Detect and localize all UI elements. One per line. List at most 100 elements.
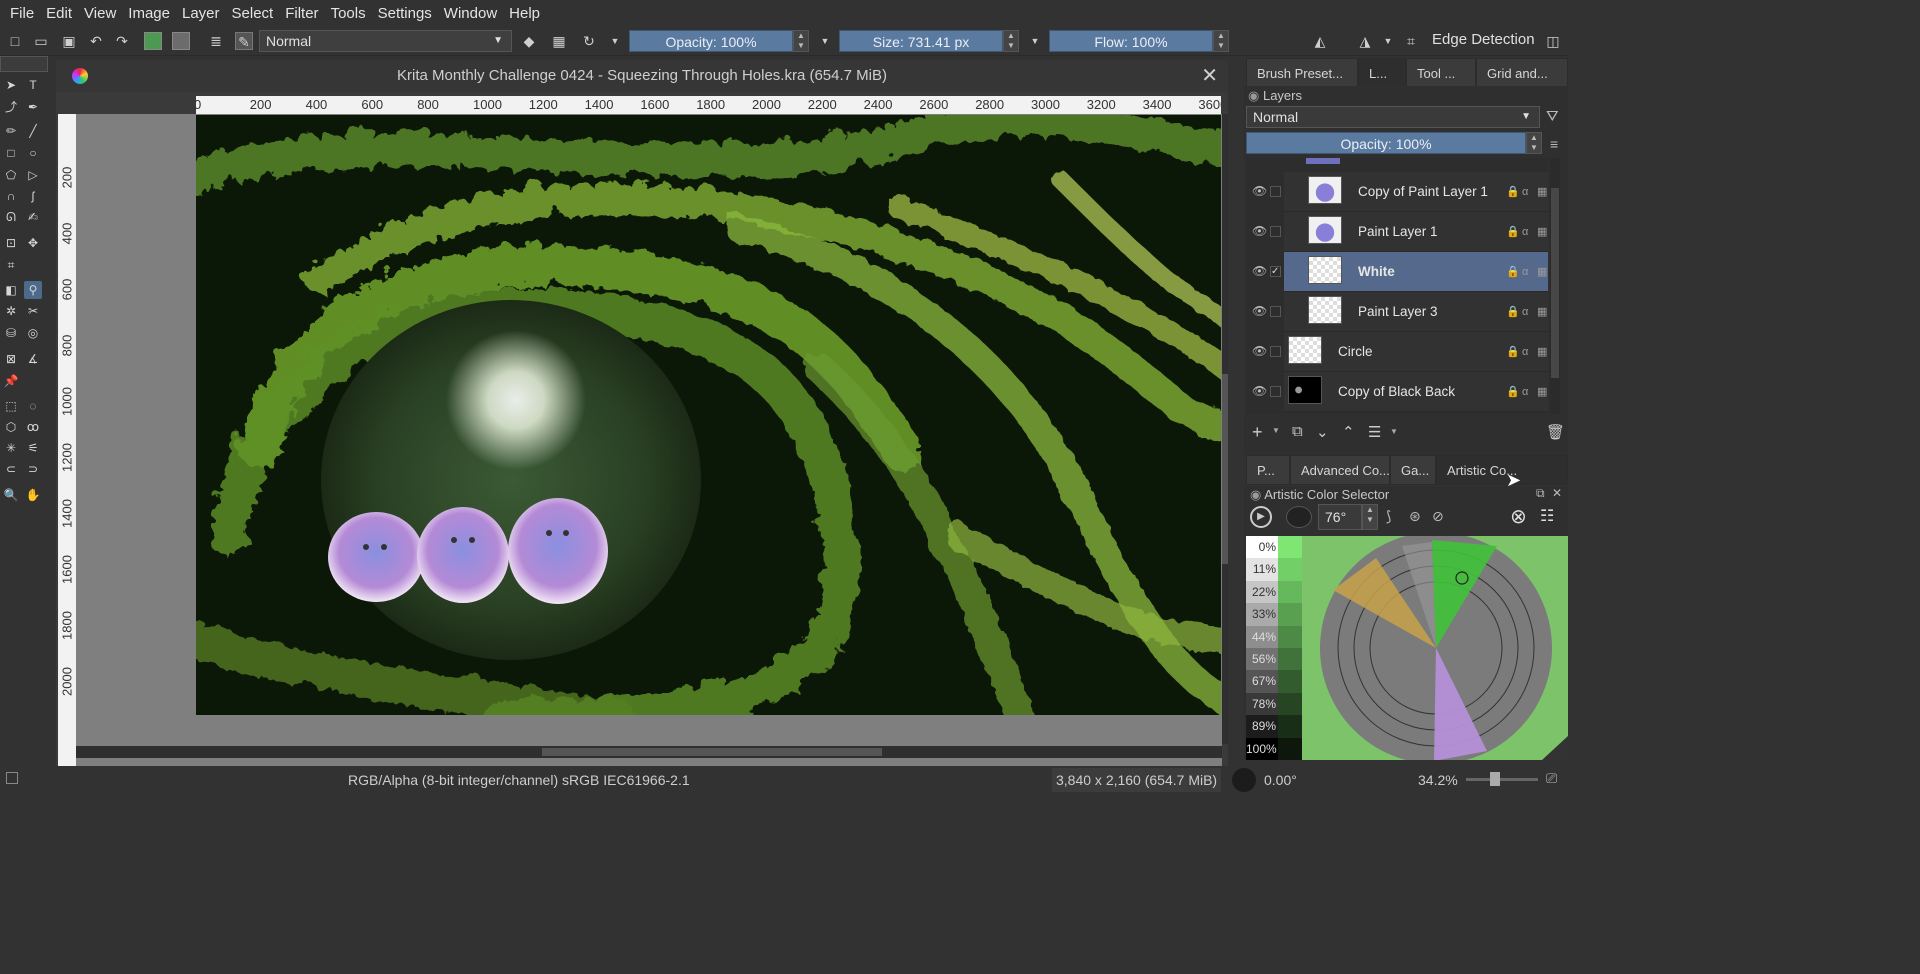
- inherit-alpha-icon[interactable]: ▦: [1537, 372, 1547, 412]
- chevron-down-icon[interactable]: ▼: [1390, 427, 1398, 436]
- layer-opacity-spin[interactable]: ▲ ▼: [1526, 132, 1542, 154]
- bezier-tool-icon[interactable]: ∩: [2, 187, 20, 205]
- menu-help[interactable]: Help: [503, 5, 546, 22]
- alpha-lock-icon[interactable]: α: [1522, 252, 1528, 292]
- edge-detection-label[interactable]: Edge Detection: [1432, 31, 1535, 48]
- layer-item[interactable]: Paint Layer 1 🔒 α ▦: [1284, 212, 1548, 252]
- mask-edit-icon[interactable]: ⊘: [1432, 508, 1444, 525]
- value-step[interactable]: 78%: [1246, 692, 1278, 716]
- value-step[interactable]: 22%: [1246, 580, 1278, 604]
- alpha-lock-icon[interactable]: α: [1522, 292, 1528, 332]
- menu-image[interactable]: Image: [122, 5, 176, 22]
- value-swatch[interactable]: [1278, 558, 1302, 581]
- mirror-vertical-icon[interactable]: ◮: [1356, 32, 1374, 50]
- inherit-alpha-icon[interactable]: ▦: [1537, 212, 1547, 252]
- magnetic-select-icon[interactable]: ⊃: [24, 460, 42, 478]
- zoom-slider[interactable]: [1466, 778, 1538, 781]
- text-tool-icon[interactable]: T: [24, 76, 42, 94]
- value-swatch[interactable]: [1278, 536, 1302, 559]
- size-slider[interactable]: Size: 731.41 px: [839, 30, 1003, 52]
- tab-palette[interactable]: P...: [1246, 455, 1290, 485]
- alpha-lock-icon[interactable]: α: [1522, 172, 1528, 212]
- layer-checkbox[interactable]: ✓: [1270, 266, 1281, 277]
- visibility-eye-icon[interactable]: 👁: [1252, 224, 1267, 238]
- layer-blend-mode-select[interactable]: Normal ▼: [1246, 106, 1540, 128]
- menu-view[interactable]: View: [78, 5, 122, 22]
- close-icon[interactable]: ✕: [1201, 60, 1218, 92]
- menu-settings[interactable]: Settings: [372, 5, 438, 22]
- horizontal-scrollbar[interactable]: [76, 746, 1222, 758]
- workspace-icon[interactable]: ◫: [1544, 32, 1562, 50]
- menu-layer[interactable]: Layer: [176, 5, 226, 22]
- edit-shapes-icon[interactable]: ⤴: [2, 98, 20, 116]
- value-step[interactable]: 0%: [1246, 536, 1278, 559]
- rotation-dial[interactable]: [1232, 768, 1256, 792]
- zoom-value[interactable]: 34.2%: [1418, 772, 1458, 788]
- eraser-icon[interactable]: ◆: [520, 32, 538, 50]
- menu-tools[interactable]: Tools: [325, 5, 372, 22]
- wheel-settings-icon[interactable]: ⊗: [1510, 504, 1527, 529]
- redo-icon[interactable]: ↷: [113, 32, 131, 50]
- options-menu-icon[interactable]: ≡: [1550, 136, 1558, 152]
- canvas-only-icon[interactable]: ⎚: [1546, 770, 1557, 787]
- ellipse-tool-icon[interactable]: ○: [24, 144, 42, 162]
- rect-select-icon[interactable]: ⬚: [2, 397, 20, 415]
- tab-tool-options[interactable]: Tool ...: [1406, 58, 1476, 88]
- chevron-down-icon[interactable]: ▼: [816, 32, 834, 50]
- opacity-slider[interactable]: Opacity: 100%: [629, 30, 793, 52]
- layer-item[interactable]: Copy of Paint Layer 1 🔒 α ▦: [1284, 172, 1548, 212]
- pattern-swatch-icon[interactable]: [144, 32, 162, 50]
- layer-checkbox[interactable]: [1270, 346, 1281, 357]
- value-swatch[interactable]: [1278, 737, 1302, 760]
- save-icon[interactable]: ▣: [60, 32, 78, 50]
- layer-list-scrollbar[interactable]: [1550, 158, 1560, 414]
- close-panel-icon[interactable]: ✕: [1552, 486, 1562, 500]
- menu-file[interactable]: File: [4, 5, 40, 22]
- freehand-select-icon[interactable]: ꝏ: [24, 418, 42, 436]
- layer-opacity-slider[interactable]: Opacity: 100%: [1246, 132, 1526, 154]
- move-tool-icon[interactable]: ✥: [24, 234, 42, 252]
- open-document-icon[interactable]: ▭: [32, 32, 50, 50]
- bezier-select-icon[interactable]: ⊂: [2, 460, 20, 478]
- alpha-lock-icon[interactable]: α: [1522, 372, 1528, 412]
- measure-tool-icon[interactable]: ∡: [24, 350, 42, 368]
- lock-icon[interactable]: 🔒: [1506, 372, 1520, 412]
- tab-brush-presets[interactable]: Brush Preset...: [1246, 58, 1358, 88]
- artwork-canvas[interactable]: [196, 115, 1221, 715]
- dynamic-brush-icon[interactable]: ᘏ: [2, 208, 20, 226]
- transform-tool-icon[interactable]: ⊡: [2, 234, 20, 252]
- value-scale[interactable]: 0% 11% 22% 33% 44% 56% 67% 78% 89% 100%: [1246, 536, 1302, 760]
- reload-preset-icon[interactable]: ↻: [580, 32, 598, 50]
- blend-mode-select[interactable]: Normal ▼: [259, 30, 512, 52]
- layer-properties-icon[interactable]: ☰: [1368, 423, 1381, 441]
- angle-spin[interactable]: ▲ ▼: [1362, 504, 1378, 530]
- visibility-eye-icon[interactable]: 👁: [1252, 384, 1267, 398]
- image-size-info[interactable]: 3,840 x 2,160 (654.7 MiB): [1052, 768, 1222, 792]
- selection-indicator-icon[interactable]: [6, 772, 18, 784]
- new-document-icon[interactable]: □: [6, 32, 24, 50]
- gamut-mask-icon[interactable]: ⟆: [1386, 508, 1391, 525]
- vertical-scrollbar[interactable]: [1222, 114, 1228, 744]
- mirror-horizontal-icon[interactable]: ◭: [1311, 32, 1329, 50]
- color-wheel[interactable]: [1302, 536, 1568, 760]
- polygon-tool-icon[interactable]: ⬠: [2, 166, 20, 184]
- inherit-alpha-icon[interactable]: ▦: [1537, 252, 1547, 292]
- value-swatch[interactable]: [1278, 603, 1302, 626]
- inherit-alpha-icon[interactable]: ▦: [1537, 292, 1547, 332]
- reference-tool-icon[interactable]: 📌: [2, 372, 20, 390]
- visibility-eye-icon[interactable]: 👁: [1252, 264, 1267, 278]
- delete-layer-icon[interactable]: 🗑: [1546, 423, 1565, 441]
- zoom-slider-handle[interactable]: [1490, 772, 1500, 786]
- alpha-lock-icon[interactable]: α: [1522, 332, 1528, 372]
- smart-patch-icon[interactable]: ✂: [24, 302, 42, 320]
- crop-tool-icon[interactable]: ⌗: [2, 256, 20, 274]
- filter-icon[interactable]: ⛛: [1546, 108, 1559, 125]
- gradient-tool-icon[interactable]: ◧: [2, 281, 20, 299]
- flow-spin[interactable]: ▲ ▼: [1213, 30, 1229, 52]
- similar-select-icon[interactable]: ⚟: [24, 439, 42, 457]
- panel-options-icon[interactable]: ☷: [1540, 506, 1554, 526]
- value-swatch[interactable]: [1278, 625, 1302, 648]
- polygon-select-icon[interactable]: ⬡: [2, 418, 20, 436]
- fill-tool-icon[interactable]: ⛁: [2, 324, 20, 342]
- tab-advanced-color[interactable]: Advanced Co...: [1290, 455, 1390, 485]
